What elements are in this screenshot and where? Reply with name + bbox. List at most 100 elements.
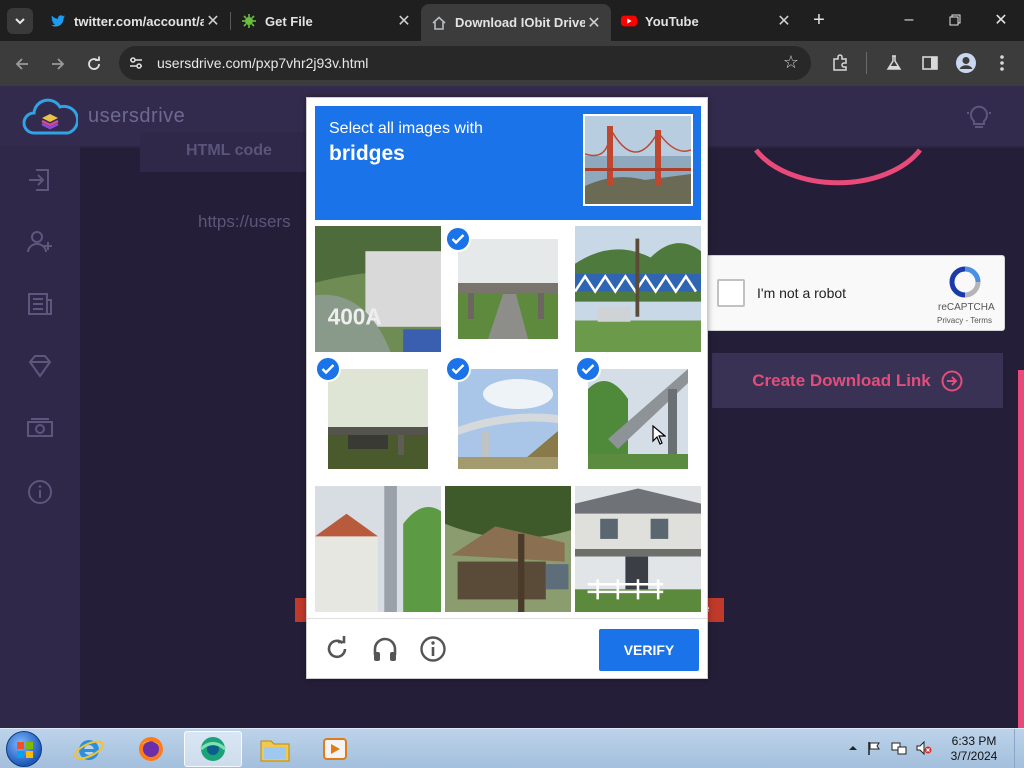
close-tab-icon[interactable]: ✕ [585,14,603,32]
tile-overpass-road[interactable] [445,226,571,352]
challenge-target: bridges [329,142,405,165]
recaptcha-links[interactable]: Privacy - Terms [937,316,992,325]
reload-challenge-icon[interactable] [323,635,351,663]
url-text: usersdrive.com/pxp7vhr2j93v.html [157,55,369,71]
tile-pillar-house[interactable] [315,486,441,612]
login-icon[interactable] [26,166,54,194]
tab-search-button[interactable] [7,8,33,34]
image-grid: 400A [315,226,701,612]
address-bar[interactable]: usersdrive.com/pxp7vhr2j93v.html ☆ [119,46,811,80]
tab-twitter[interactable]: twitter.com/account/a ✕ [40,6,230,36]
checkmark-icon [445,226,471,252]
mouse-cursor-icon [652,425,666,445]
create-download-link-button[interactable]: Create Download Link [712,353,1003,408]
site-settings-icon[interactable] [128,55,144,71]
internet-explorer-app[interactable] [60,731,118,767]
show-desktop-button[interactable] [1014,729,1024,768]
youtube-icon [621,13,637,29]
verify-button[interactable]: VERIFY [599,629,699,671]
back-button[interactable] [9,51,35,77]
add-user-icon[interactable] [26,228,54,256]
side-panel-icon[interactable] [919,52,941,74]
lightbulb-icon[interactable] [966,103,992,131]
tab-title: Get File [265,13,313,29]
money-icon[interactable] [26,414,54,442]
tab-youtube[interactable]: YouTube ✕ [611,6,801,36]
close-tab-icon[interactable]: ✕ [775,12,793,30]
brand-name[interactable]: usersdrive [88,105,185,128]
firefox-app[interactable] [122,731,180,767]
close-tab-icon[interactable]: ✕ [204,12,222,30]
firefox-icon [139,737,163,761]
restore-icon [949,14,961,26]
media-player-icon [323,738,347,760]
tile-overpass-field[interactable] [315,356,441,482]
link-text[interactable]: https://users [198,212,291,232]
twitter-icon [50,13,66,29]
arrow-left-icon [15,58,28,70]
not-robot-label: I'm not a robot [757,285,847,301]
restore-button[interactable] [942,8,968,32]
checkmark-icon [315,356,341,382]
action-center-flag-icon[interactable] [866,740,882,756]
reload-icon [88,56,100,70]
media-player-app[interactable] [306,731,364,767]
tile-overpass-trees[interactable] [575,356,701,482]
browser-toolbar: usersdrive.com/pxp7vhr2j93v.html ☆ [0,41,1024,86]
toolbar-divider [866,52,867,74]
page-scrollbar[interactable] [1018,370,1024,728]
cloud-logo-icon[interactable] [22,97,78,137]
close-tab-icon[interactable]: ✕ [395,12,413,30]
tile-highway-overpass-sky[interactable] [445,356,571,482]
system-clock[interactable]: 6:33 PM 3/7/2024 [942,734,1006,764]
sample-image-golden-gate [583,114,693,206]
reload-button[interactable] [81,51,107,77]
tile-house-porch[interactable] [575,486,701,612]
tab-download-iobit[interactable]: Download IObit Driver ✕ [421,4,611,41]
file-explorer-app[interactable] [246,731,304,767]
news-icon[interactable] [26,290,54,318]
internet-explorer-icon [74,740,104,760]
menu-kebab-icon[interactable] [991,52,1013,74]
recaptcha-widget: I'm not a robot reCAPTCHA Privacy - Term… [706,255,1005,331]
close-window-button[interactable]: ✕ [988,8,1014,32]
tile-pedestrian-bridge-palms[interactable] [575,226,701,352]
folder-icon [260,740,290,762]
challenge-instruction: Select all images with [329,120,483,137]
tab-title: Download IObit Driver [455,15,585,30]
recaptcha-logo-icon [949,266,981,298]
network-icon[interactable] [891,740,907,756]
arrow-right-icon [52,58,65,70]
bookmark-star-icon[interactable]: ☆ [783,52,799,73]
browser-app-icon [199,737,227,761]
tray-expand-icon[interactable] [845,740,861,756]
recaptcha-brand: reCAPTCHA [938,302,995,313]
clock-date: 3/7/2024 [950,749,998,763]
new-tab-button[interactable]: + [808,9,830,31]
headphones-icon[interactable] [371,635,399,663]
tab-strip: twitter.com/account/a ✕ Get File ✕ Downl… [0,0,1024,41]
minimize-button[interactable]: – [896,8,922,32]
info-circle-icon[interactable] [419,635,447,663]
chrome-app[interactable] [184,731,242,767]
labs-flask-icon[interactable] [883,52,905,74]
tile-sign-400a[interactable]: 400A [315,226,441,352]
forward-button[interactable] [45,51,71,77]
html-code-tab[interactable]: HTML code [140,132,310,172]
challenge-footer: VERIFY [307,618,707,678]
chevron-down-icon [15,18,25,25]
extensions-icon[interactable] [829,52,851,74]
diamond-icon[interactable] [26,352,54,380]
tile-shed-trees[interactable] [445,486,571,612]
volume-muted-icon[interactable] [916,740,932,756]
info-icon[interactable] [26,478,54,506]
svg-text:400A: 400A [328,303,382,329]
tab-get-file[interactable]: Get File ✕ [231,6,421,36]
tab-title: twitter.com/account/a [74,13,204,29]
gear-bug-icon [241,13,257,29]
sidebar [0,146,80,728]
start-button[interactable] [6,731,42,767]
profile-avatar-icon[interactable] [955,52,977,74]
recaptcha-challenge: Select all images with bridges 400A VERI… [306,97,708,679]
not-robot-checkbox[interactable] [717,279,745,307]
